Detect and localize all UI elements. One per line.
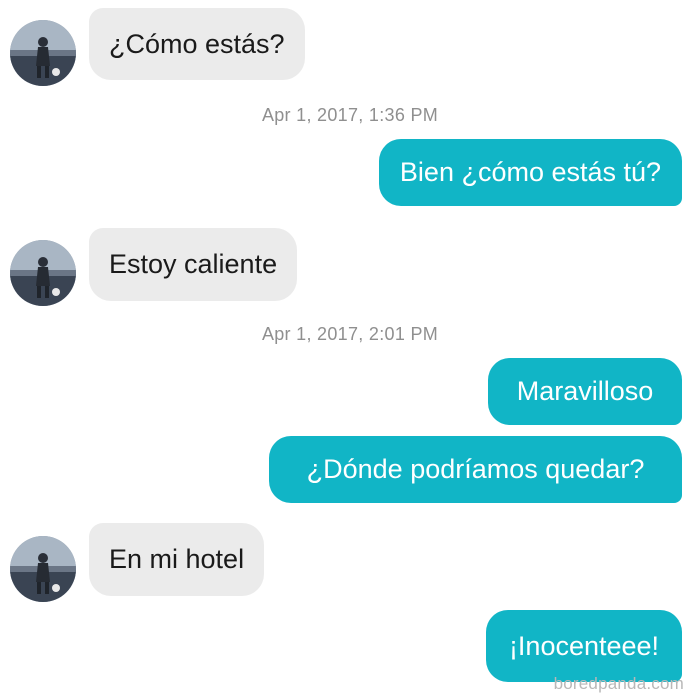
message-text: En mi hotel [109,544,245,574]
message-text: ¡Inocenteee! [508,630,660,661]
message-text: ¿Dónde podríamos quedar? [306,454,645,484]
message-text: Estoy caliente [109,249,278,279]
message-bubble-incoming[interactable]: ¿Cómo estás? [89,8,305,80]
watermark: boredpanda.com [553,674,684,693]
contact-avatar[interactable] [10,240,76,306]
message-bubble-outgoing[interactable]: ¡Inocenteee! [486,610,682,682]
message-bubble-incoming[interactable]: En mi hotel [89,523,265,596]
message-text: ¿Cómo estás? [109,28,285,59]
message-timestamp: Apr 1, 2017, 2:01 PM [261,324,439,344]
message-bubble-outgoing[interactable]: Maravilloso [488,358,682,425]
message-bubble-incoming[interactable]: Estoy caliente [89,228,298,301]
message-text: Maravilloso [516,376,654,406]
message-bubble-outgoing[interactable]: ¿Dónde podríamos quedar? [269,436,682,503]
message-timestamp: Apr 1, 2017, 1:36 PM [261,105,439,125]
contact-avatar[interactable] [10,536,76,602]
message-bubble-outgoing[interactable]: Bien ¿cómo estás tú? [379,139,682,206]
chat-thread: ¿Cómo estás? Apr 1, 2017, 1:36 PM Bien ¿… [0,0,700,700]
message-text: Bien ¿cómo estás tú? [399,157,662,187]
contact-avatar[interactable] [10,20,76,86]
